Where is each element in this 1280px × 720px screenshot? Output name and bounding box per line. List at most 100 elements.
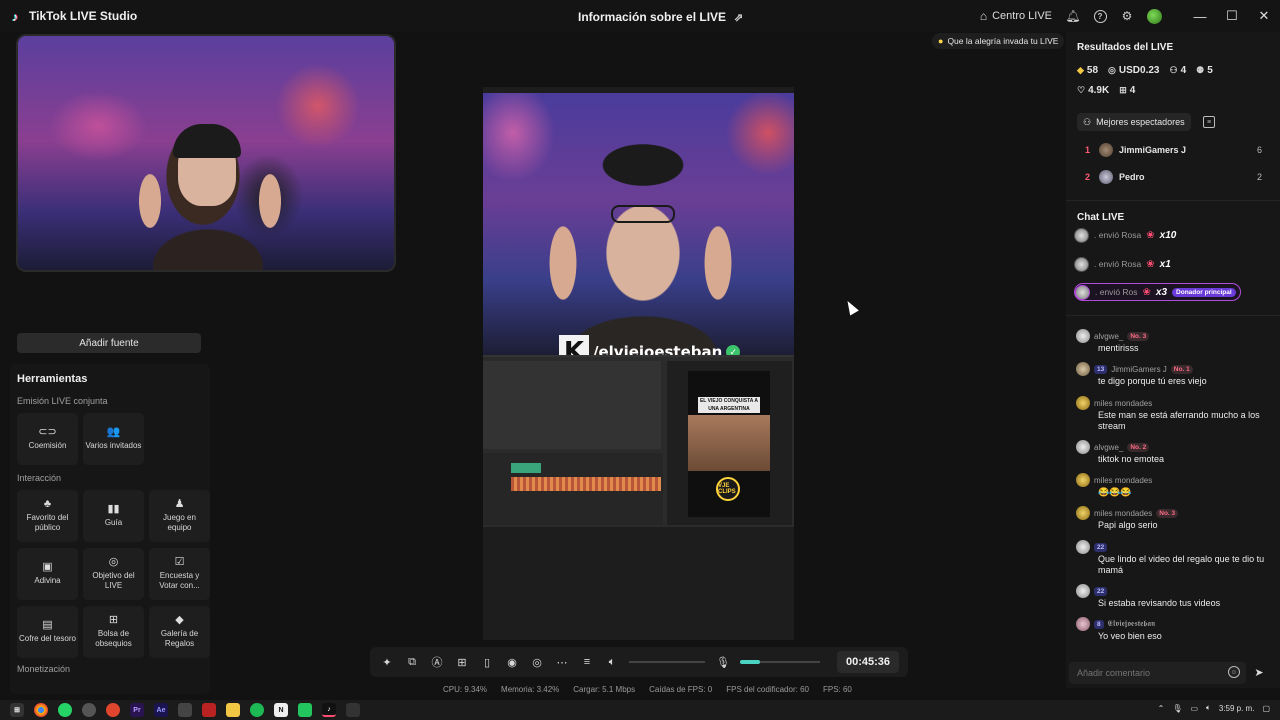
folder-icon[interactable]: [226, 703, 240, 717]
chrome-icon[interactable]: [34, 703, 48, 717]
mic-slider[interactable]: [740, 660, 820, 664]
live-center-button[interactable]: ⌂ Centro LIVE: [980, 9, 1052, 23]
tool-treasure-chest[interactable]: ▤ Cofre del tesoro: [17, 606, 78, 658]
chat-text: Este man se está aferrando mucho a los s…: [1098, 410, 1260, 431]
avatar[interactable]: [1147, 8, 1162, 24]
camera-source-preview[interactable]: [16, 34, 396, 272]
avatar: [1076, 396, 1090, 410]
premiere-icon[interactable]: Pr: [130, 703, 144, 717]
mic-icon[interactable]: 🎙︎: [715, 654, 731, 670]
whatsapp-icon[interactable]: [58, 703, 72, 717]
minimize-icon[interactable]: —: [1184, 0, 1216, 32]
tool-coemision[interactable]: ⊂⊃ Coemisión: [17, 413, 78, 465]
tool-gift-bag[interactable]: ⊞ Bolsa de obsequios: [83, 606, 144, 658]
text-icon[interactable]: Ⓐ: [429, 654, 445, 670]
chat-message[interactable]: miles mondades No. 3 Papi algo serio: [1076, 506, 1272, 531]
chat-message[interactable]: alvgwe_ No. 2 tiktok no emotea: [1076, 440, 1272, 465]
send-icon[interactable]: ➤: [1252, 665, 1266, 679]
comment-input[interactable]: [1069, 662, 1246, 684]
live-info-title[interactable]: Información sobre el LIVE ⇗: [578, 10, 743, 24]
chat-message[interactable]: 22 Si estaba revisando tus videos: [1076, 584, 1272, 609]
browser-icon[interactable]: [82, 703, 96, 717]
equalizer-icon[interactable]: ≡: [579, 654, 595, 670]
chat-message[interactable]: 8 𝕰𝖑𝖛𝖎𝖊𝖏𝖔𝖊𝖘𝖙𝖊𝖇𝖆𝖓 Yo veo bien eso: [1076, 617, 1272, 642]
tool-guide[interactable]: ▮▮ Guía: [83, 490, 144, 542]
top-viewer-row[interactable]: 2 Pedro 2: [1085, 169, 1262, 185]
volume-tray-icon[interactable]: 🔈︎: [1206, 703, 1211, 713]
tool-poll[interactable]: ☑ Encuesta y Votar con...: [149, 548, 210, 600]
more-icon[interactable]: ⋯: [554, 654, 570, 670]
chat-text: mentirisss: [1098, 343, 1139, 353]
rank-badge: No. 2: [1127, 442, 1150, 452]
chat-message[interactable]: 13 JimmiGamers J No. 1 te digo porque tú e…: [1076, 362, 1272, 387]
share-icon[interactable]: ⇗: [734, 11, 743, 24]
maximize-icon[interactable]: ☐: [1216, 0, 1248, 32]
tool-guess[interactable]: ▣ Adivina: [17, 548, 78, 600]
stat-viewers: ⚇ 4: [1169, 65, 1187, 76]
chat-message[interactable]: alvgwe_ No. 3 mentirisss: [1076, 329, 1272, 354]
live-center-label: Centro LIVE: [992, 10, 1052, 22]
notification-icon[interactable]: ▢: [1262, 704, 1270, 713]
chat-message[interactable]: 22 Que lindo el video del regalo que te …: [1076, 540, 1272, 576]
mic-tray-icon[interactable]: 🎙︎: [1172, 704, 1182, 713]
top-viewer-row[interactable]: 1 JimmiGamers J 6: [1085, 142, 1262, 158]
top-donor-badge: Donador principal: [1172, 287, 1236, 297]
editor-video-frame: EL VIEJO CONQUISTA A UNA ARGENTINA VJE C…: [688, 371, 770, 517]
emoji-icon[interactable]: ☺: [1228, 666, 1240, 678]
capcut-icon[interactable]: [298, 703, 312, 717]
add-source-button[interactable]: Añadir fuente: [17, 333, 201, 353]
chat-message[interactable]: miles mondades 😂😂😂: [1076, 473, 1272, 498]
top-viewers-tab[interactable]: ⚇ Mejores espectadores: [1077, 113, 1191, 131]
volume-icon[interactable]: 🔈︎: [604, 654, 620, 670]
mic-slider-fill: [740, 660, 760, 664]
phone-icon[interactable]: ▯: [479, 654, 495, 670]
app-icon-4[interactable]: [346, 703, 360, 717]
gift-notification: . envió Rosa ❀ x10: [1074, 226, 1176, 244]
notion-icon[interactable]: N: [274, 703, 288, 717]
app-icon-2[interactable]: [178, 703, 192, 717]
chat-message[interactable]: miles mondades Este man se está aferrand…: [1076, 396, 1272, 432]
stream-preview[interactable]: K /elviejoesteban ✓ EL VIEJO CONQUISTA A…: [483, 87, 794, 640]
avatar: [1099, 170, 1113, 184]
chat-text: Que lindo el video del regalo que te dio…: [1098, 554, 1265, 575]
editor-logo: VJE CLIPS: [716, 477, 740, 501]
stream-controls: ✦ ⧉ Ⓐ ⊞ ▯ ◉ ◎ ⋯ ≡ 🔈︎ 🎙︎ 00:45:36: [370, 647, 908, 677]
record-icon[interactable]: ◉: [504, 654, 520, 670]
tool-label: Adivina: [34, 576, 61, 585]
after-effects-icon[interactable]: Ae: [154, 703, 168, 717]
live-timer: 00:45:36: [837, 651, 899, 673]
list-icon[interactable]: ≡: [1203, 116, 1215, 128]
stat-fps: FPS: 60: [822, 685, 852, 694]
tool-multi-guest[interactable]: 👥 Varios invitados: [83, 413, 144, 465]
timeline-track-video: [511, 477, 661, 491]
help-icon[interactable]: ?: [1093, 9, 1107, 23]
scene-icon[interactable]: ⧉: [404, 654, 420, 670]
tool-label: Bolsa de obsequios: [95, 629, 132, 648]
close-icon[interactable]: ✕: [1248, 0, 1280, 32]
avatar: [1076, 540, 1090, 554]
comment-bar: ☺ ➤: [1066, 660, 1280, 686]
tool-team-game[interactable]: ♟ Juego en equipo: [149, 490, 210, 542]
settings-icon[interactable]: ⚙: [1120, 9, 1134, 23]
tool-gift-gallery[interactable]: ◆ Galería de Regalos: [149, 606, 210, 658]
app-icon[interactable]: [106, 703, 120, 717]
add-media-icon[interactable]: ⊞: [454, 654, 470, 670]
bell-icon[interactable]: 🔔︎: [1065, 9, 1080, 23]
gift-text: . envió Rosa: [1094, 259, 1142, 269]
tool-live-goal[interactable]: ◎ Objetivo del LIVE: [83, 548, 144, 600]
tiktok-icon[interactable]: ♪: [322, 703, 336, 717]
camera-icon[interactable]: ◎: [529, 654, 545, 670]
magic-icon[interactable]: ✦: [379, 654, 395, 670]
live-tip-pill[interactable]: ● Que la alegría invada tu LIVE: [932, 33, 1065, 49]
spotify-icon[interactable]: [250, 703, 264, 717]
chevron-up-icon[interactable]: ⌃: [1158, 704, 1165, 713]
clock[interactable]: 3:59 p. m.: [1219, 704, 1255, 713]
volume-slider[interactable]: [629, 661, 705, 663]
stat-earnings: ◎ USD0.23: [1108, 65, 1160, 76]
app-icon-3[interactable]: [202, 703, 216, 717]
windows-icon[interactable]: ⊞: [10, 703, 24, 717]
tool-audience-favorite[interactable]: ♣ Favorito del público: [17, 490, 78, 542]
network-icon[interactable]: ▭: [1190, 704, 1198, 713]
editor-banner: EL VIEJO CONQUISTA A UNA ARGENTINA: [698, 397, 760, 413]
editor-media-bin: [483, 361, 661, 449]
